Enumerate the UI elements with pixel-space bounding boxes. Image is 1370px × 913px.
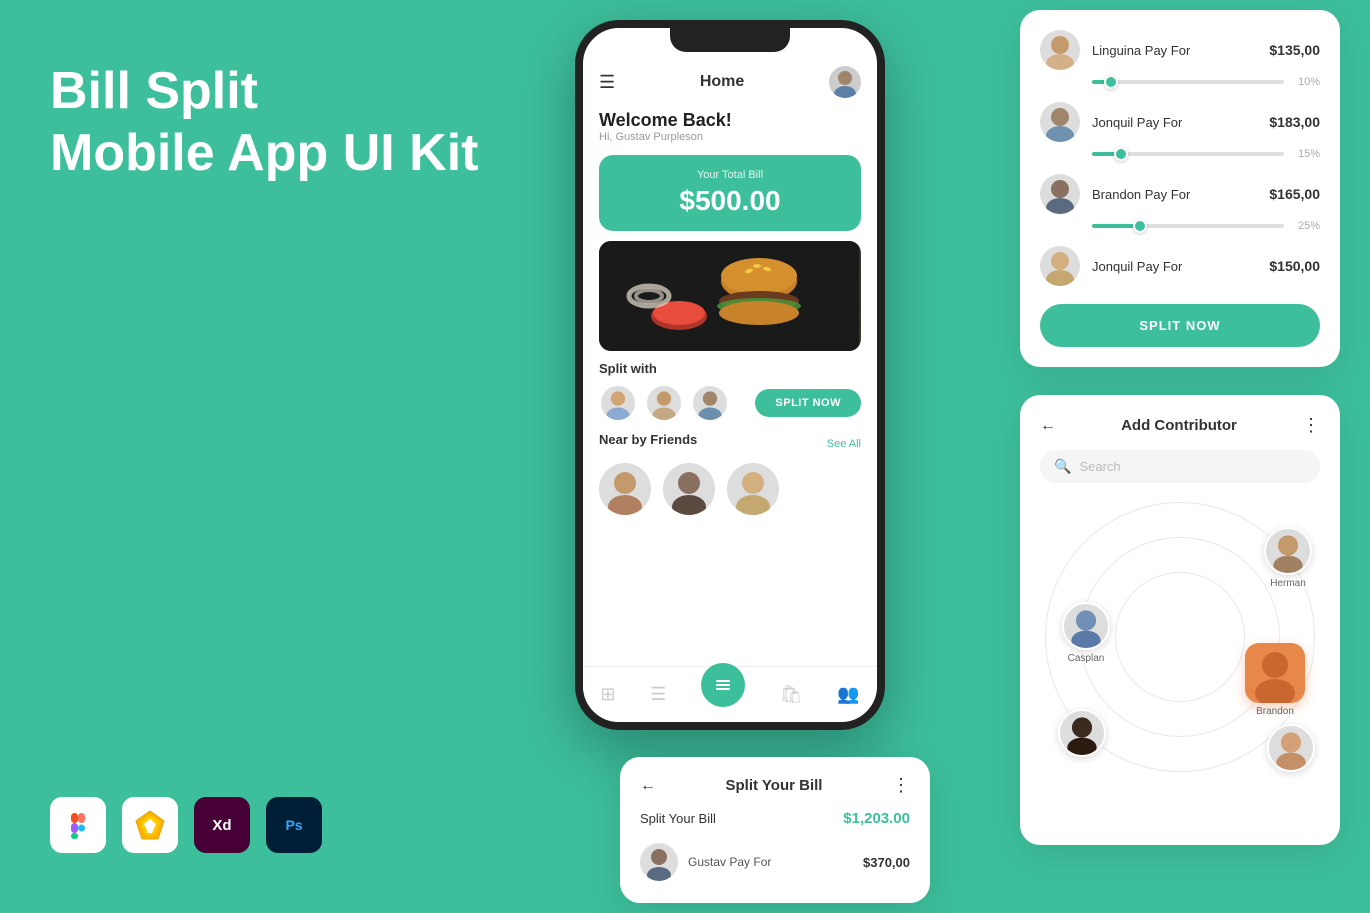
syb-gustav-name: Gustav Pay For bbox=[688, 855, 863, 869]
syb-header: ← Split Your Bill ⋮ bbox=[640, 775, 910, 796]
nearby-avatar-1 bbox=[599, 463, 651, 515]
jonquil2-name: Jonquil Pay For bbox=[1092, 259, 1269, 274]
nav-people-icon[interactable]: 👥 bbox=[837, 684, 859, 705]
bill-amount: $500.00 bbox=[615, 185, 845, 217]
syb-back-icon[interactable]: ← bbox=[640, 777, 656, 795]
search-bar[interactable]: 🔍 Search bbox=[1040, 450, 1320, 483]
linguina-avatar bbox=[1040, 30, 1080, 70]
split-your-bill-panel: ← Split Your Bill ⋮ Split Your Bill $1,2… bbox=[620, 757, 930, 903]
figma-icon bbox=[50, 797, 106, 853]
phone-mockup: ☰ Home Welcome Back! Hi, Gustav Purpleso… bbox=[575, 20, 885, 740]
linguina-name: Linguina Pay For bbox=[1092, 43, 1269, 58]
syb-total-amount: $1,203.00 bbox=[843, 810, 910, 827]
casplan-name: Casplan bbox=[1068, 653, 1105, 664]
back-arrow-icon[interactable]: ← bbox=[1040, 417, 1056, 435]
nearby-avatar-2 bbox=[663, 463, 715, 515]
split-now-button[interactable]: SPLIT NOW bbox=[755, 389, 861, 417]
welcome-heading: Welcome Back! bbox=[599, 110, 861, 131]
person-row-brandon: Brandon Pay For $165,00 bbox=[1040, 174, 1320, 214]
jonquil1-slider[interactable]: 15% bbox=[1040, 148, 1320, 160]
add-contributor-panel: ← Add Contributor ⋮ 🔍 Search Casplan bbox=[1020, 395, 1340, 845]
see-all-link[interactable]: See All bbox=[827, 438, 861, 450]
herman-avatar-group[interactable]: Herman bbox=[1264, 527, 1312, 589]
person4-avatar-group[interactable] bbox=[1058, 709, 1106, 757]
linguina-pct: 10% bbox=[1292, 76, 1320, 88]
brandon-contrib-img bbox=[1245, 643, 1305, 703]
sketch-icon bbox=[122, 797, 178, 853]
herman-name: Herman bbox=[1270, 578, 1306, 589]
jonquil2-avatar bbox=[1040, 246, 1080, 286]
brandon-name: Brandon Pay For bbox=[1092, 187, 1269, 202]
nearby-avatars bbox=[599, 463, 861, 515]
tool-icons-row: Xd Ps bbox=[50, 797, 322, 853]
brandon-contrib-group[interactable]: Brandon bbox=[1245, 643, 1305, 717]
person5-avatar-group[interactable] bbox=[1267, 724, 1315, 772]
split-with-label: Split with bbox=[599, 361, 861, 376]
hamburger-icon[interactable]: ☰ bbox=[599, 72, 615, 93]
syb-gustav-amount: $370,00 bbox=[863, 855, 910, 870]
syb-title: Split Your Bill bbox=[726, 777, 823, 794]
herman-avatar-img bbox=[1264, 527, 1312, 575]
linguina-amount: $135,00 bbox=[1269, 42, 1320, 58]
bottom-nav: ⊞ ☰ 🛍 👥 bbox=[583, 666, 877, 722]
jonquil1-amount: $183,00 bbox=[1269, 114, 1320, 130]
person4-avatar-img bbox=[1058, 709, 1106, 757]
linguina-slider[interactable]: 10% bbox=[1040, 76, 1320, 88]
more-options-icon[interactable]: ⋮ bbox=[1302, 415, 1320, 436]
split-avatar-2 bbox=[645, 384, 683, 422]
person-row-jonquil2: Jonquil Pay For $150,00 bbox=[1040, 246, 1320, 286]
person-row-linguina: Linguina Pay For $135,00 bbox=[1040, 30, 1320, 70]
food-image bbox=[599, 241, 861, 351]
user-avatar[interactable] bbox=[829, 66, 861, 98]
brandon-contrib-name: Brandon bbox=[1256, 706, 1294, 717]
nav-bag-icon[interactable]: 🛍 bbox=[780, 684, 803, 705]
panel-header: ← Add Contributor ⋮ bbox=[1040, 415, 1320, 436]
jonquil1-avatar bbox=[1040, 102, 1080, 142]
split-now-big-button[interactable]: SPLIT NOW bbox=[1040, 304, 1320, 347]
syb-total-row: Split Your Bill $1,203.00 bbox=[640, 810, 910, 827]
jonquil1-name: Jonquil Pay For bbox=[1092, 115, 1269, 130]
casplan-avatar-group[interactable]: Casplan bbox=[1062, 602, 1110, 664]
person-row-jonquil1: Jonquil Pay For $183,00 bbox=[1040, 102, 1320, 142]
app-title: Bill Split Mobile App UI Kit bbox=[50, 60, 478, 185]
brandon-amount: $165,00 bbox=[1269, 186, 1320, 202]
syb-total-label: Split Your Bill bbox=[640, 811, 716, 826]
search-input[interactable]: Search bbox=[1079, 459, 1120, 474]
jonquil2-amount: $150,00 bbox=[1269, 258, 1320, 274]
search-icon: 🔍 bbox=[1054, 458, 1071, 475]
split-avatar-1 bbox=[599, 384, 637, 422]
phone-notch bbox=[670, 28, 790, 52]
inner-ring bbox=[1115, 572, 1245, 702]
bill-label: Your Total Bill bbox=[615, 169, 845, 181]
casplan-avatar-img bbox=[1062, 602, 1110, 650]
syb-person-row: Gustav Pay For $370,00 bbox=[640, 843, 910, 881]
person5-avatar-img bbox=[1267, 724, 1315, 772]
syb-menu-icon[interactable]: ⋮ bbox=[892, 775, 910, 796]
split-avatars: SPLIT NOW bbox=[599, 384, 861, 422]
phone-header-title: Home bbox=[700, 73, 744, 91]
syb-gustav-avatar bbox=[640, 843, 678, 881]
jonquil1-pct: 15% bbox=[1292, 148, 1320, 160]
brandon-pct: 25% bbox=[1292, 220, 1320, 232]
nav-fab-button[interactable] bbox=[701, 663, 745, 707]
brandon-slider[interactable]: 25% bbox=[1040, 220, 1320, 232]
brandon-avatar bbox=[1040, 174, 1080, 214]
panel-title: Add Contributor bbox=[1121, 417, 1237, 434]
split-avatar-3 bbox=[691, 384, 729, 422]
nav-list-icon[interactable]: ☰ bbox=[650, 684, 666, 705]
bill-card: Your Total Bill $500.00 bbox=[599, 155, 861, 231]
xd-icon: Xd bbox=[194, 797, 250, 853]
nav-home-icon[interactable]: ⊞ bbox=[600, 684, 615, 705]
ps-icon: Ps bbox=[266, 797, 322, 853]
nearby-avatar-3 bbox=[727, 463, 779, 515]
circle-network: Casplan Herman Brandon bbox=[1040, 497, 1320, 777]
split-bill-panel: Linguina Pay For $135,00 10% Jonquil Pay… bbox=[1020, 10, 1340, 367]
nearby-label: Near by Friends bbox=[599, 432, 697, 447]
welcome-sub: Hi, Gustav Purpleson bbox=[599, 131, 861, 143]
